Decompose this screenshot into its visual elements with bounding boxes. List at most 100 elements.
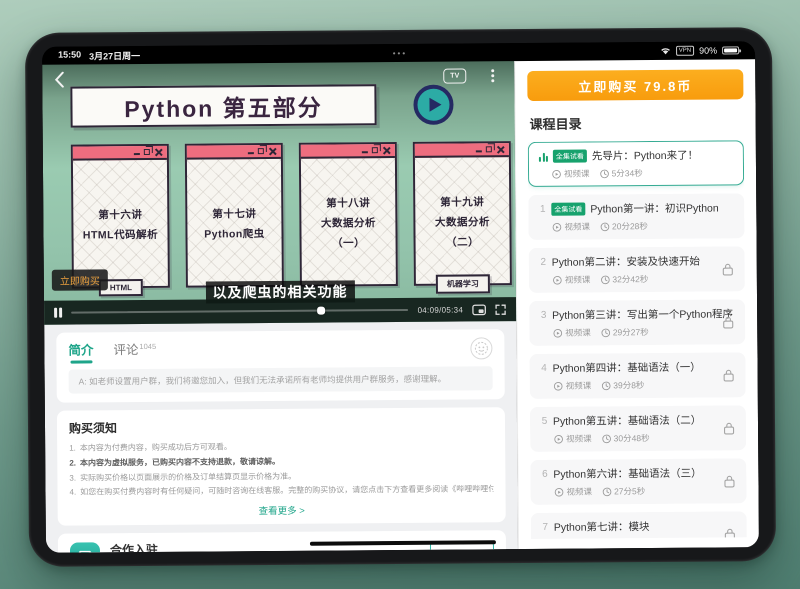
service-seal-icon[interactable] [470, 337, 492, 359]
lesson-number: 3 [540, 310, 547, 321]
lock-icon [722, 262, 734, 275]
more-options-icon[interactable] [491, 69, 494, 82]
progress-bar[interactable] [71, 309, 409, 314]
lecture-window-card: 第十七讲 Python爬虫 [185, 143, 284, 288]
trial-badge: 全集试看 [553, 150, 587, 163]
close-icon [382, 146, 390, 154]
lesson-title: Python第三讲：写出第一个Python程序 [552, 306, 733, 322]
tablet-screen: 15:50 3月27日周一 ••• VPN 90% [42, 41, 759, 553]
lesson-duration: 29分27秒 [613, 326, 649, 338]
lesson-item[interactable]: 6 Python第六讲：基础语法（三） 视频课 [530, 458, 746, 505]
lesson-duration: 39分8秒 [613, 379, 644, 391]
lesson-number: 4 [541, 363, 548, 374]
video-type-icon [553, 275, 562, 284]
status-date: 3月27日周一 [89, 49, 140, 62]
progress-knob[interactable] [317, 307, 325, 315]
clock-icon [600, 169, 609, 178]
restore-icon [258, 148, 264, 154]
play-button[interactable] [413, 85, 453, 125]
clock-icon [602, 434, 611, 443]
lock-icon [723, 474, 735, 487]
pip-icon[interactable] [472, 304, 486, 315]
window-content: 第十九讲 大数据分析 （二） [415, 159, 510, 284]
video-title-banner: Python 第五部分 [70, 84, 376, 127]
scene-background: 15:50 3月27日周一 ••• VPN 90% [0, 0, 800, 589]
lesson-type: 视频课 [566, 486, 592, 498]
lesson-item[interactable]: 5 Python第五讲：基础语法（二） 视频课 [530, 405, 746, 452]
lesson-type: 视频课 [565, 327, 591, 339]
lecture-topic: HTML代码解析 [83, 226, 158, 242]
video-type-icon [554, 434, 563, 443]
lecture-window-card: 第十八讲 大数据分析 （一） [299, 142, 398, 287]
video-buy-overlay[interactable]: 立即购买 [52, 269, 108, 290]
lesson-duration: 33分30秒 [614, 538, 650, 539]
lesson-item[interactable]: 7 Python第七讲：模块 视频课 [531, 511, 747, 539]
lesson-title: Python第七讲：模块 [554, 519, 650, 535]
note-number: 2. [69, 456, 76, 471]
lesson-title: Python第一讲：初识Python [590, 200, 719, 216]
lesson-number: 2 [540, 257, 547, 268]
lesson-item[interactable]: 1 全集试看 Python第一讲：初识Python 视频课 [528, 193, 744, 240]
tab-comments[interactable]: 评论1045 [113, 339, 156, 363]
clock-icon [601, 381, 610, 390]
close-icon [268, 147, 276, 155]
lesson-duration: 32分42秒 [612, 273, 648, 285]
lesson-item[interactable]: 全集试看 先导片：Python来了！ 视频课 [528, 140, 744, 187]
lesson-title: Python第六讲：基础语法（三） [553, 466, 701, 482]
status-center-dots: ••• [140, 46, 660, 59]
close-icon [496, 145, 504, 153]
lesson-type: 视频课 [564, 168, 590, 180]
time-display: 04:09/05:34 [418, 305, 464, 314]
lesson-duration: 30分48秒 [614, 432, 650, 444]
lesson-item[interactable]: 3 Python第三讲：写出第一个Python程序 视频课 [529, 299, 745, 346]
trial-badge: 全集试看 [551, 203, 585, 216]
lesson-duration: 5分34秒 [612, 167, 643, 179]
lecture-topic: Python爬虫 [204, 226, 265, 241]
pause-icon[interactable] [54, 308, 62, 318]
note-text: 本内容为付费内容，购买成功后方可观看。 [80, 440, 232, 456]
buy-now-button[interactable]: 立即购买 79.8币 [527, 69, 743, 101]
back-icon[interactable] [54, 72, 64, 93]
battery-icon [722, 46, 739, 54]
window-content: 第十六讲 HTML代码解析 [73, 162, 168, 287]
video-player[interactable]: TV Python 第五部分 [42, 61, 516, 325]
lecture-topic: 大数据分析 [435, 214, 490, 229]
lesson-number: 6 [541, 469, 548, 480]
lesson-item[interactable]: 4 Python第四讲：基础语法（一） 视频课 [529, 352, 745, 399]
lecture-topic-part: （二） [446, 234, 479, 249]
window-content: 第十八讲 大数据分析 （一） [301, 160, 396, 285]
lesson-number: 1 [539, 204, 546, 215]
tablet-device: 15:50 3月27日周一 ••• VPN 90% [25, 27, 776, 567]
clock-icon [601, 328, 610, 337]
vpn-badge: VPN [676, 46, 694, 56]
lesson-number: 5 [541, 416, 548, 427]
lesson-type: 视频课 [566, 433, 592, 445]
course-info-panel: 简介 评论1045 A: 如老师设置用户群，我们将邀您加入，但我们无法承诺所有老… [44, 321, 518, 553]
lesson-title: Python第二讲：安装及快速开始 [552, 254, 700, 270]
purchase-notes-title: 购买须知 [69, 416, 493, 436]
tab-intro[interactable]: 简介 [68, 339, 93, 363]
lock-icon [724, 527, 736, 539]
video-controls-bar: 04:09/05:34 [44, 297, 516, 325]
window-content: 第十七讲 Python爬虫 [187, 161, 282, 286]
partnership-gem-icon [70, 542, 100, 553]
note-number: 3. [69, 471, 76, 486]
lesson-number: 7 [542, 522, 549, 533]
lesson-type: 视频课 [566, 380, 592, 392]
note-text: 如您在购买付费内容时有任何疑问，可随时咨询在线客服。完整的购买协议，请您点击下方… [80, 483, 493, 501]
window-titlebar [73, 146, 167, 161]
clock-icon [600, 275, 609, 284]
lecture-topic: 大数据分析 [321, 215, 376, 230]
lecture-number: 第十六讲 [98, 207, 142, 222]
play-icon [429, 98, 441, 112]
lecture-topic-part: （一） [332, 235, 365, 250]
clock-icon [600, 222, 609, 231]
view-more-link[interactable]: 查看更多 > [70, 501, 494, 518]
close-icon [154, 148, 162, 156]
window-titlebar [415, 143, 509, 158]
cast-tv-icon[interactable]: TV [443, 68, 466, 83]
lesson-item[interactable]: 2 Python第二讲：安装及快速开始 视频课 [529, 246, 745, 293]
fullscreen-icon[interactable] [495, 304, 506, 315]
lesson-duration: 20分28秒 [612, 220, 648, 232]
video-type-icon [554, 487, 563, 496]
